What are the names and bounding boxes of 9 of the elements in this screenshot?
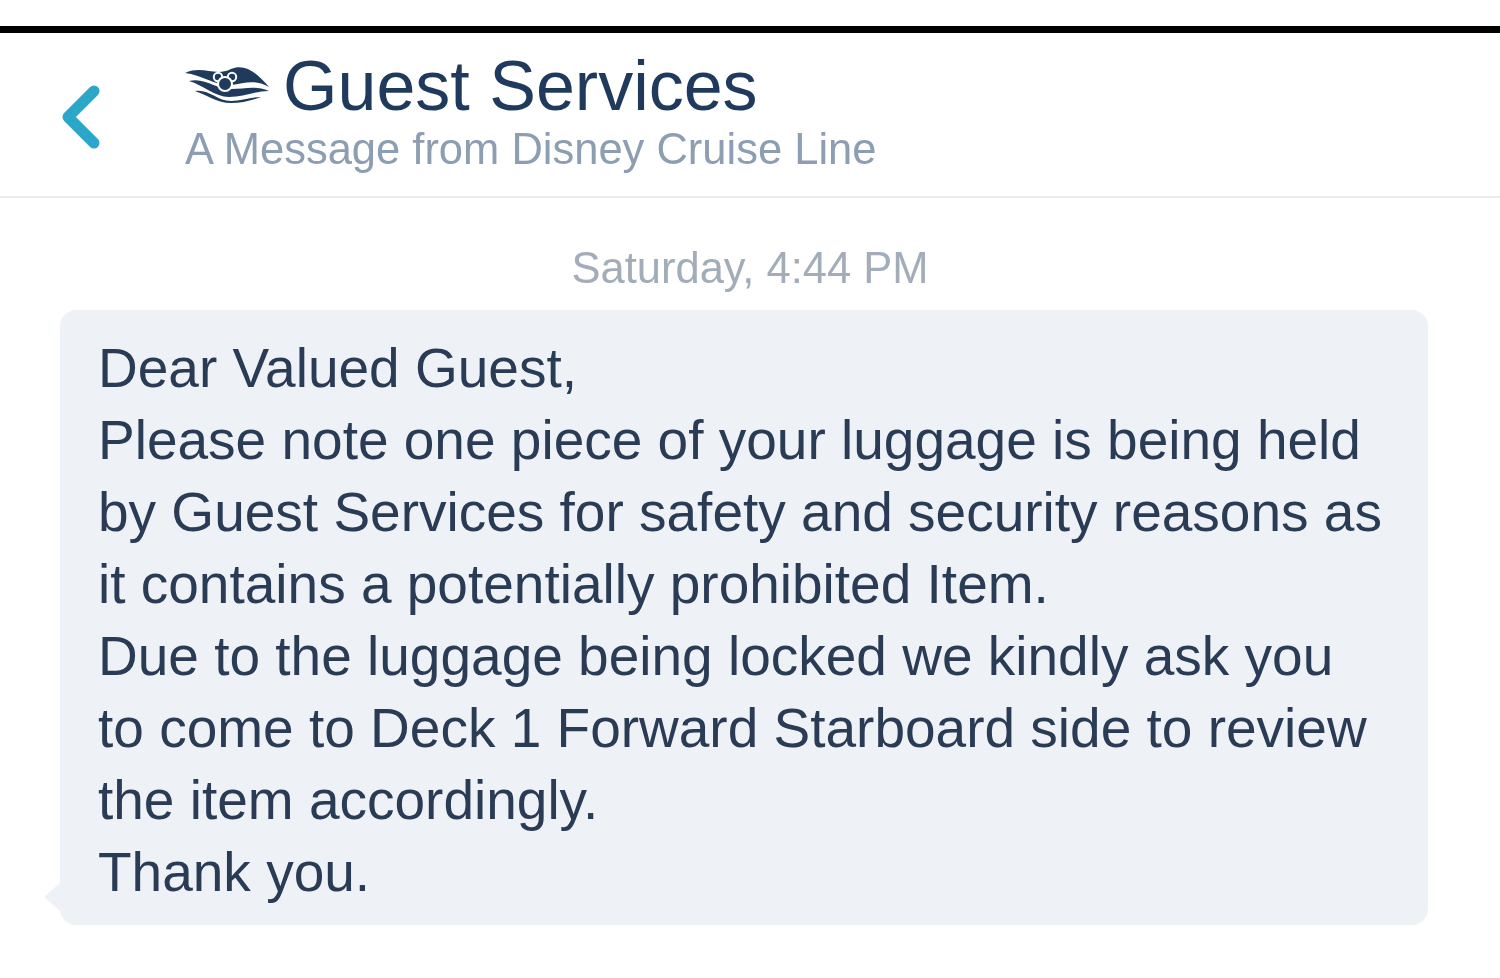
message-text: Thank you.: [98, 840, 372, 905]
message-text: Due to the luggage being locked we kindly ask you to come to Deck 1 Forward Starboard side to review the item accordingly.: [98, 624, 1368, 833]
chevron-left-icon: [60, 85, 100, 149]
message-timestamp: Saturday, 4:44 PM: [571, 243, 929, 293]
flag-logo-icon: [185, 65, 269, 103]
chat-subtitle: A Message from Disney Cruise Line: [185, 124, 877, 174]
chat-title: Guest Services: [283, 48, 758, 124]
message-text: Dear Valued Guest,: [98, 336, 578, 401]
message-text: Please note one piece of your luggage is being held by Guest Services for safety and security reasons as it contains a potentially prohibited Item.: [98, 408, 1383, 617]
